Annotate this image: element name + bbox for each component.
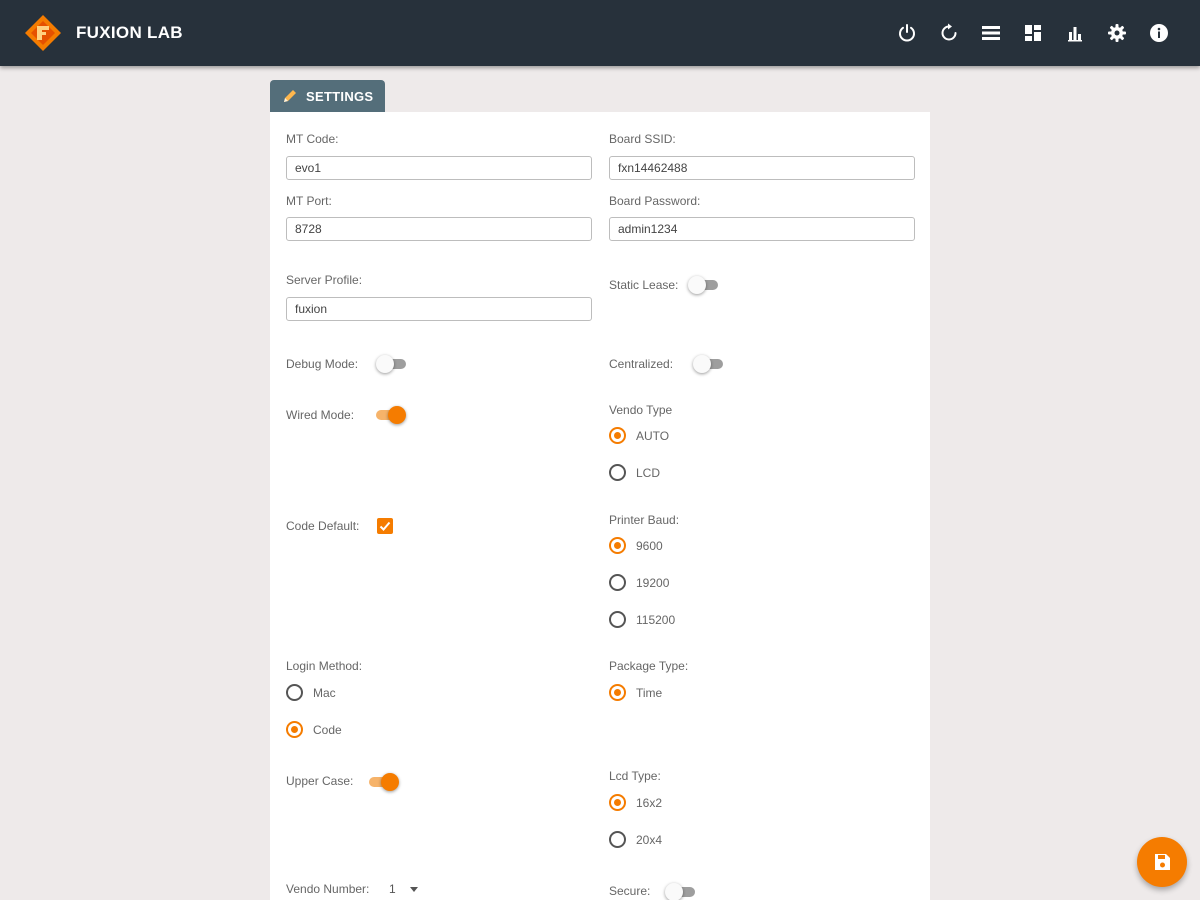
vendo-type-label: Vendo Type	[609, 403, 673, 417]
checkmark-icon	[379, 521, 391, 531]
dashboard-icon[interactable]	[1022, 22, 1044, 44]
vendo-type-auto-label: AUTO	[636, 428, 670, 443]
package-type-time-label: Time	[636, 685, 663, 700]
vendo-number-value: 1	[389, 882, 396, 896]
chevron-down-icon	[409, 886, 418, 892]
printer-baud-9600-label: 9600	[636, 538, 663, 553]
lcd-type-16x2-label: 16x2	[636, 795, 663, 810]
static-lease-toggle[interactable]	[688, 275, 720, 295]
settings-card: MT Code: evo1 Board SSID: fxn14462488 MT…	[270, 112, 930, 900]
secure-toggle[interactable]	[665, 882, 697, 900]
settings-tab[interactable]: SETTINGS	[270, 80, 385, 112]
brand[interactable]: FUXION LAB	[24, 14, 183, 52]
vendo-number-label: Vendo Number:	[286, 882, 370, 896]
lcd-type-20x4-radio[interactable]: 20x4	[609, 831, 662, 848]
mt-code-label: MT Code:	[286, 132, 339, 146]
debug-mode-toggle[interactable]	[376, 354, 408, 374]
server-profile-input[interactable]: fuxion	[286, 297, 592, 321]
lcd-type-20x4-label: 20x4	[636, 832, 663, 847]
printer-baud-115200-radio[interactable]: 115200	[609, 611, 675, 628]
vendo-number-select[interactable]: 1	[389, 882, 418, 896]
login-method-mac-radio[interactable]: Mac	[286, 684, 336, 701]
printer-baud-115200-label: 115200	[636, 612, 676, 627]
power-icon[interactable]	[896, 22, 918, 44]
package-type-label: Package Type:	[609, 659, 689, 673]
save-icon	[1155, 854, 1170, 870]
vendo-type-auto-radio[interactable]: AUTO	[609, 427, 669, 444]
fuxion-logo	[25, 15, 61, 51]
code-default-label: Code Default:	[286, 519, 360, 533]
package-type-time-radio[interactable]: Time	[609, 684, 662, 701]
wired-mode-label: Wired Mode:	[286, 408, 355, 422]
debug-mode-label: Debug Mode:	[286, 357, 359, 371]
pencil-icon	[284, 90, 296, 102]
secure-label: Secure:	[609, 884, 651, 898]
save-button[interactable]	[1137, 837, 1187, 887]
printer-baud-9600-radio[interactable]: 9600	[609, 537, 663, 554]
toolbar-icons	[876, 22, 1170, 44]
settings-tab-label: SETTINGS	[306, 88, 374, 104]
app-title: FUXION LAB	[76, 23, 183, 42]
login-method-code-radio[interactable]: Code	[286, 721, 342, 738]
mt-port-label: MT Port:	[286, 194, 332, 208]
gear-icon[interactable]	[1106, 22, 1128, 44]
wired-mode-toggle[interactable]	[374, 405, 406, 425]
code-default-checkbox[interactable]	[377, 518, 393, 534]
lcd-type-label: Lcd Type:	[609, 769, 661, 783]
static-lease-label: Static Lease:	[609, 278, 679, 292]
upper-case-label: Upper Case:	[286, 774, 354, 788]
server-profile-label: Server Profile:	[286, 273, 363, 287]
top-app-bar: FUXION LAB	[0, 0, 1200, 66]
board-password-input[interactable]: admin1234	[609, 217, 915, 241]
mt-port-input[interactable]: 8728	[286, 217, 592, 241]
login-method-mac-label: Mac	[313, 685, 336, 700]
centralized-label: Centralized:	[609, 357, 674, 371]
vendo-type-lcd-label: LCD	[636, 465, 661, 480]
upper-case-toggle[interactable]	[367, 772, 399, 792]
login-method-label: Login Method:	[286, 659, 363, 673]
lcd-type-16x2-radio[interactable]: 16x2	[609, 794, 662, 811]
board-ssid-label: Board SSID:	[609, 132, 676, 146]
board-password-label: Board Password:	[609, 194, 701, 208]
printer-baud-19200-label: 19200	[636, 575, 670, 590]
vendo-type-lcd-radio[interactable]: LCD	[609, 464, 660, 481]
info-icon[interactable]	[1148, 22, 1170, 44]
bar-chart-icon[interactable]	[1064, 22, 1086, 44]
printer-baud-19200-radio[interactable]: 19200	[609, 574, 669, 591]
mt-code-input[interactable]: evo1	[286, 156, 592, 180]
restart-icon[interactable]	[938, 22, 960, 44]
centralized-toggle[interactable]	[693, 354, 725, 374]
login-method-code-label: Code	[313, 722, 342, 737]
board-ssid-input[interactable]: fxn14462488	[609, 156, 915, 180]
list-icon[interactable]	[980, 22, 1002, 44]
printer-baud-label: Printer Baud:	[609, 513, 680, 527]
